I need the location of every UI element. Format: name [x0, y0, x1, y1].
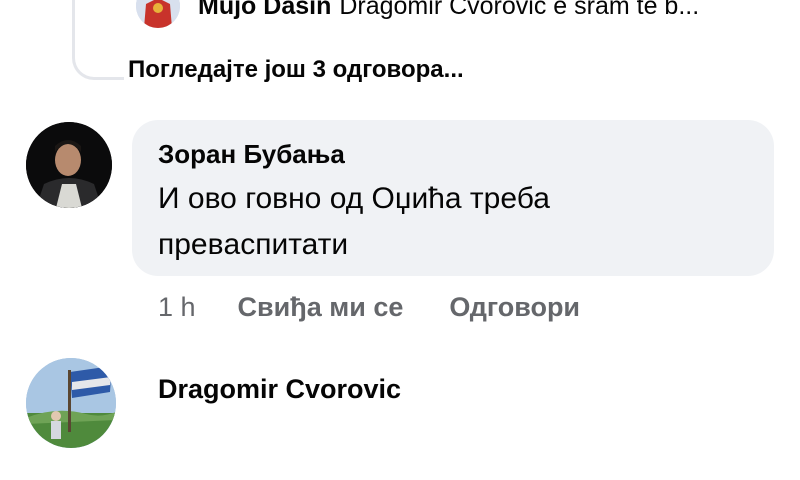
- avatar[interactable]: [136, 0, 180, 28]
- avatar-image: [26, 358, 116, 448]
- avatar[interactable]: [26, 122, 112, 208]
- view-more-replies-link[interactable]: Погледајте још 3 одговора...: [128, 56, 464, 84]
- reply-author-name[interactable]: Mujo Dasin: [198, 0, 331, 21]
- avatar-image: [136, 0, 180, 28]
- avatar-image: [26, 122, 112, 208]
- comment-author-name[interactable]: Зоран Бубања: [158, 136, 748, 172]
- reply-button[interactable]: Одговори: [449, 292, 580, 323]
- like-button[interactable]: Свиђа ми се: [238, 292, 404, 323]
- thread-connector-line: [72, 0, 124, 80]
- avatar[interactable]: [26, 358, 116, 448]
- reply-snippet: Dragomir Cvorovic e sram te b...: [339, 0, 700, 20]
- comment-actions: 1 h Свиђа ми се Одговори: [158, 292, 580, 323]
- comment-author-name[interactable]: Dragomir Cvorovic: [158, 374, 401, 405]
- comment-text: И ово говно од Оџића треба превaспитати: [158, 176, 748, 268]
- comment-bubble: Зоран Бубања И ово говно од Оџића треба …: [132, 120, 774, 276]
- comment-timestamp[interactable]: 1 h: [158, 292, 196, 323]
- previous-reply[interactable]: Mujo Dasin Dragomir Cvorovic e sram te b…: [136, 0, 700, 28]
- comment-text-line: И ово говно од Оџића треба: [158, 182, 550, 215]
- comment-text-line: превaспитати: [158, 228, 349, 261]
